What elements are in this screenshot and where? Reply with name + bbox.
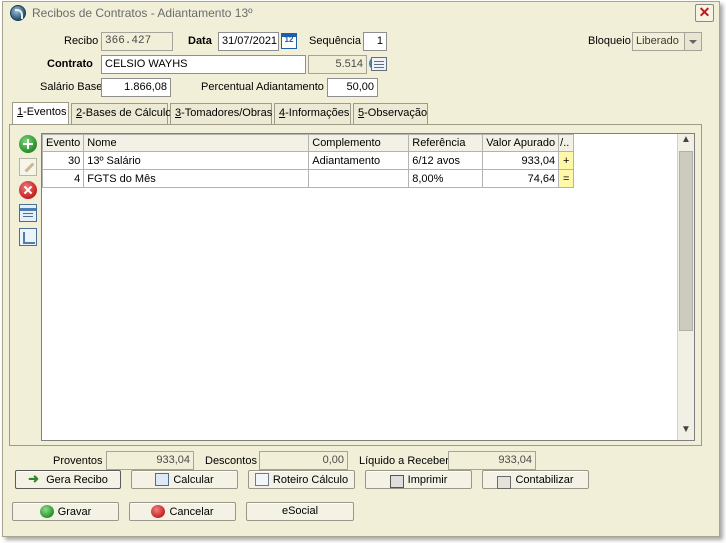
tab-bases-calculo[interactable]: 2-Bases de Cálculo — [71, 103, 171, 124]
cell-complemento: Adiantamento — [308, 151, 410, 170]
grid-icon[interactable] — [19, 204, 37, 222]
document-search-icon — [254, 473, 269, 486]
eventos-table: Evento Nome Complemento Referência Valor… — [41, 133, 695, 441]
contrato-code-field[interactable]: 5.514 — [308, 55, 367, 74]
cancelar-button[interactable]: Cancelar — [129, 502, 236, 521]
edit-icon[interactable] — [19, 158, 37, 176]
chevron-down-icon[interactable] — [684, 33, 701, 50]
contrato-label: Contrato — [47, 58, 93, 70]
data-label: Data — [188, 35, 212, 47]
liquido-label: Líquido a Receber — [359, 455, 449, 467]
scroll-down-icon[interactable]: ▼ — [678, 424, 694, 440]
col-nome[interactable]: Nome — [83, 134, 310, 152]
calculator-icon — [155, 473, 170, 486]
sequencia-field[interactable]: 1 — [363, 32, 387, 51]
percentual-field[interactable]: 50,00 — [327, 78, 378, 97]
arrow-icon — [28, 471, 42, 487]
col-valor[interactable]: Valor Apurado — [482, 134, 560, 152]
descontos-field: 0,00 — [259, 451, 348, 470]
scroll-thumb[interactable] — [679, 151, 693, 331]
tab-informacoes[interactable]: 4-Informações — [274, 103, 351, 124]
col-flag[interactable]: /.. — [558, 134, 575, 152]
delete-icon[interactable] — [19, 181, 37, 199]
percentual-label: Percentual Adiantamento — [201, 81, 324, 93]
gera-recibo-button[interactable]: Gera Recibo — [15, 470, 121, 489]
esocial-button[interactable]: eSocial — [246, 502, 354, 521]
cell-evento: 4 — [42, 169, 85, 188]
cancel-icon — [151, 505, 166, 518]
table-row[interactable]: 4 FGTS do Mês 8,00% 74,64 = — [42, 169, 575, 188]
cell-evento: 30 — [42, 151, 85, 170]
check-icon — [39, 505, 54, 518]
imprimir-button[interactable]: Imprimir — [365, 470, 472, 489]
salario-field[interactable]: 1.866,08 — [101, 78, 171, 97]
close-icon: ✕ — [698, 4, 711, 20]
tab-eventos[interactable]: 1-Eventos — [12, 102, 69, 124]
tab-tomadores-obras[interactable]: 3-Tomadores/Obras — [170, 103, 272, 124]
table-header: Evento Nome Complemento Referência Valor… — [42, 134, 575, 152]
liquido-field: 933,04 — [448, 451, 536, 470]
cell-flag: + — [558, 151, 575, 170]
col-complemento[interactable]: Complemento — [308, 134, 410, 152]
close-button[interactable]: ✕ — [695, 4, 714, 22]
cell-valor: 933,04 — [482, 151, 560, 170]
bloqueio-select[interactable]: Liberado — [632, 32, 702, 51]
app-icon — [10, 5, 26, 21]
vertical-scrollbar[interactable]: ▲ ▼ — [677, 134, 694, 440]
descontos-label: Descontos — [205, 455, 257, 467]
gravar-button[interactable]: Gravar — [12, 502, 119, 521]
contrato-name-field[interactable]: CELSIO WAYHS — [101, 55, 306, 74]
recibo-label: Recibo — [64, 35, 99, 47]
calc-icon[interactable] — [19, 228, 37, 246]
cell-nome: 13º Salário — [83, 151, 310, 170]
calcular-button[interactable]: Calcular — [131, 470, 238, 489]
col-evento[interactable]: Evento — [42, 134, 85, 152]
card-icon[interactable] — [371, 57, 387, 71]
roteiro-calculo-button[interactable]: Roteiro Cálculo — [248, 470, 355, 489]
printer-icon — [389, 475, 404, 488]
proventos-field: 933,04 — [106, 451, 194, 470]
title-bar: Recibos de Contratos - Adiantamento 13º … — [3, 2, 719, 24]
cell-referencia: 8,00% — [408, 169, 484, 188]
sequencia-label: Sequência — [309, 35, 361, 47]
bloqueio-label: Bloqueio — [588, 35, 631, 47]
calendar-icon[interactable]: 12 — [281, 33, 297, 49]
data-field[interactable]: 31/07/2021 — [218, 32, 279, 51]
ledger-icon — [497, 476, 512, 489]
table-row[interactable]: 30 13º Salário Adiantamento 6/12 avos 93… — [42, 151, 575, 170]
add-icon[interactable] — [19, 135, 37, 153]
scroll-up-icon[interactable]: ▲ — [678, 134, 694, 150]
recibo-field[interactable]: 366.427 — [101, 32, 173, 51]
cell-nome: FGTS do Mês — [83, 169, 310, 188]
bloqueio-value: Liberado — [636, 35, 679, 47]
salario-label: Salário Base — [40, 81, 103, 93]
cell-referencia: 6/12 avos — [408, 151, 484, 170]
cell-complemento — [308, 169, 410, 188]
contabilizar-button[interactable]: Contabilizar — [482, 470, 589, 489]
cell-valor: 74,64 — [482, 169, 560, 188]
tab-observacao[interactable]: 5-Observação — [353, 103, 428, 124]
proventos-label: Proventos — [53, 455, 103, 467]
cell-flag: = — [558, 169, 575, 188]
col-referencia[interactable]: Referência — [408, 134, 484, 152]
window-title: Recibos de Contratos - Adiantamento 13º — [32, 6, 253, 20]
